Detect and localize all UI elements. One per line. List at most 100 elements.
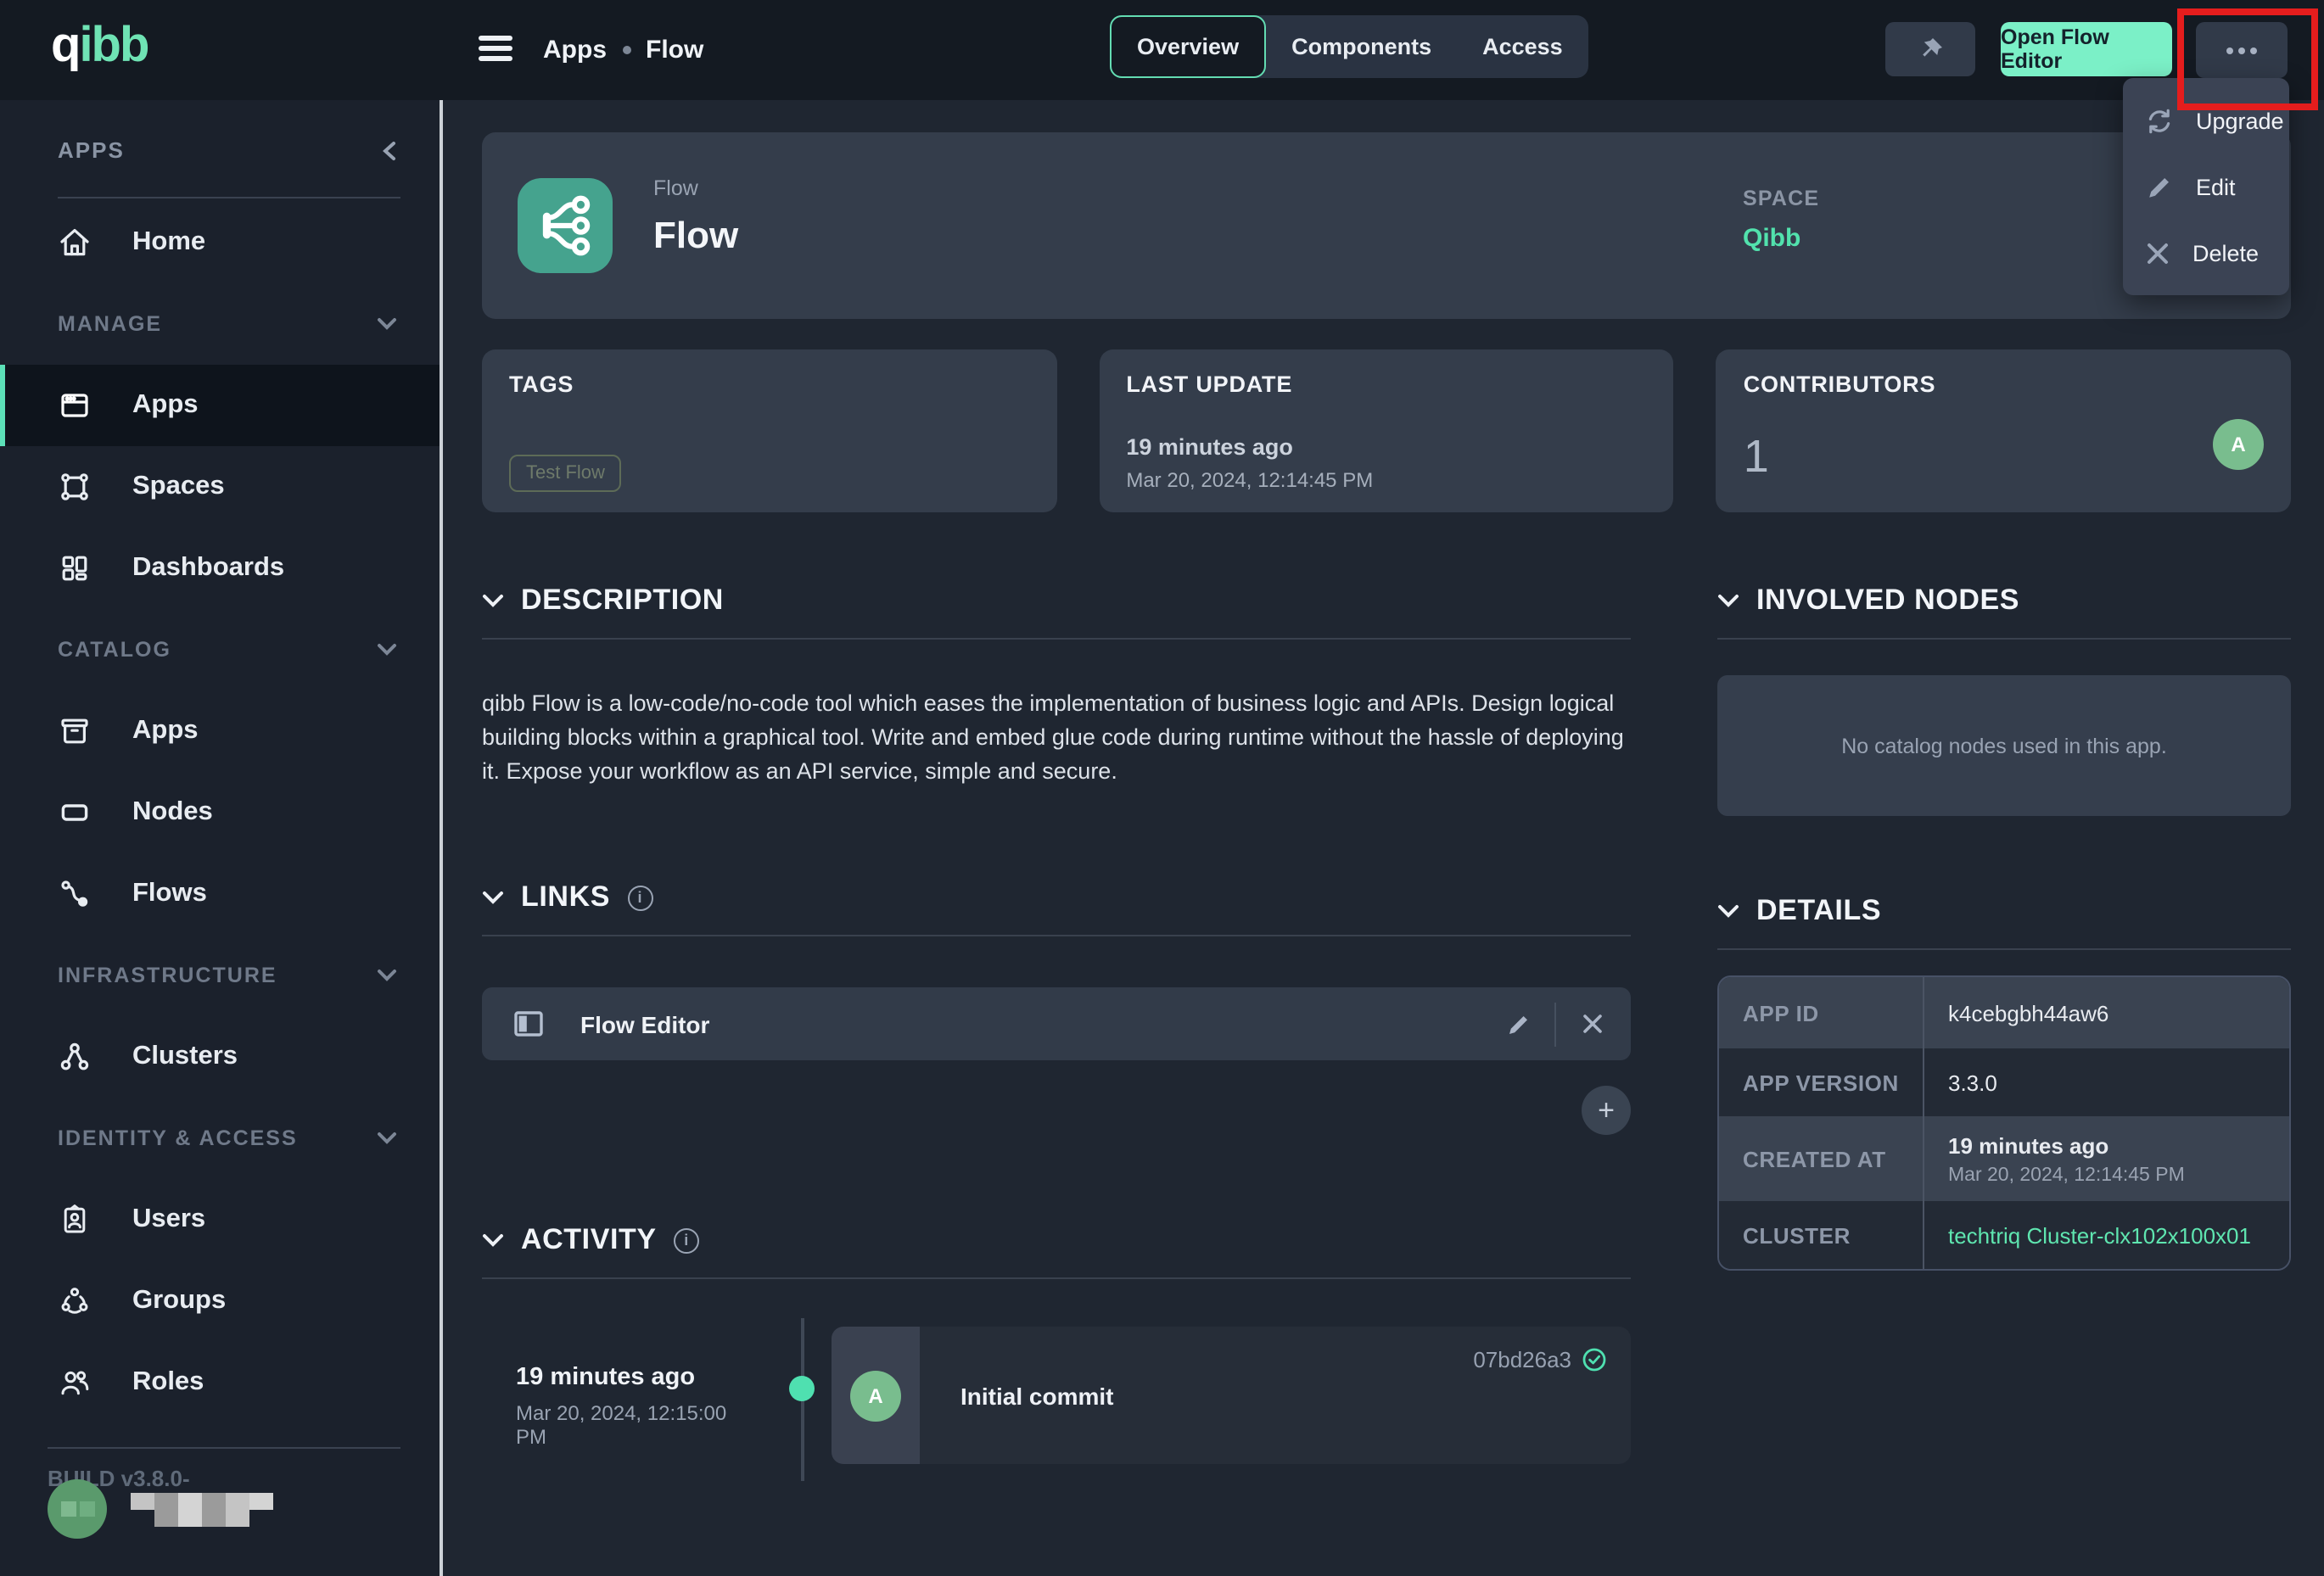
link-row-flow-editor[interactable]: Flow Editor bbox=[482, 987, 1631, 1060]
dashboards-icon bbox=[58, 551, 92, 585]
breadcrumb-apps[interactable]: Apps bbox=[543, 36, 607, 64]
table-row: CREATED AT 19 minutes ago Mar 20, 2024, … bbox=[1719, 1116, 2289, 1201]
activity-timeline: 19 minutes ago Mar 20, 2024, 12:15:00 PM… bbox=[482, 1327, 1631, 1464]
sidebar-item-nodes[interactable]: Nodes bbox=[0, 772, 441, 853]
chevron-down-icon bbox=[377, 317, 397, 331]
event-commit: 07bd26a3 bbox=[1473, 1347, 1607, 1372]
sidebar: APPS Home MANAGE Apps Spaces D bbox=[0, 100, 441, 1576]
details-table: APP ID k4cebgbh44aw6 APP VERSION 3.3.0 C… bbox=[1717, 975, 2291, 1271]
clusters-icon bbox=[58, 1040, 92, 1074]
contributor-avatar[interactable]: A bbox=[2213, 419, 2264, 470]
users-icon bbox=[58, 1203, 92, 1237]
menu-item-label: Upgrade bbox=[2196, 109, 2284, 134]
sidebar-item-apps-manage[interactable]: Apps bbox=[0, 365, 441, 446]
current-user[interactable] bbox=[48, 1479, 273, 1539]
tag-chip[interactable]: Test Flow bbox=[509, 455, 622, 492]
sidebar-item-flows[interactable]: Flows bbox=[0, 853, 441, 935]
contributors-count: 1 bbox=[1744, 431, 1769, 483]
sidebar-item-users[interactable]: Users bbox=[0, 1179, 441, 1260]
more-actions-button[interactable] bbox=[2196, 22, 2288, 78]
sidebar-apps-label: APPS bbox=[58, 137, 125, 163]
table-row: APP ID k4cebgbh44aw6 bbox=[1719, 977, 2289, 1048]
sidebar-nav: Home MANAGE Apps Spaces Dashboards CATAL… bbox=[0, 202, 441, 1423]
app-type-label: Flow bbox=[653, 176, 698, 200]
sidebar-apps-header: APPS bbox=[0, 100, 441, 163]
menu-item-edit[interactable]: Edit bbox=[2123, 154, 2289, 221]
involved-nodes-empty-message: No catalog nodes used in this app. bbox=[1841, 734, 2167, 757]
breadcrumb-flow: Flow bbox=[646, 36, 703, 64]
event-time: 19 minutes ago Mar 20, 2024, 12:15:00 PM bbox=[482, 1327, 801, 1464]
chevron-down-icon[interactable] bbox=[482, 1232, 504, 1248]
activity-event-card[interactable]: A Initial commit 07bd26a3 bbox=[832, 1327, 1631, 1464]
right-column: INVOLVED NODES No catalog nodes used in … bbox=[1717, 584, 2291, 1464]
sidebar-item-apps-catalog[interactable]: Apps bbox=[0, 690, 441, 772]
section-divider bbox=[1717, 948, 2291, 950]
left-column: DESCRIPTION qibb Flow is a low-code/no-c… bbox=[482, 584, 1631, 1464]
page-title: Flow bbox=[653, 214, 738, 258]
contributors-card: CONTRIBUTORS 1 A bbox=[1716, 349, 2291, 512]
chevron-down-icon[interactable] bbox=[1717, 593, 1739, 608]
edit-link-icon[interactable] bbox=[1500, 1005, 1537, 1042]
event-avatar: A bbox=[850, 1370, 901, 1421]
contributors-title: CONTRIBUTORS bbox=[1744, 372, 2264, 397]
upgrade-icon bbox=[2145, 107, 2174, 136]
tab-components[interactable]: Components bbox=[1266, 15, 1457, 78]
chevron-down-icon[interactable] bbox=[1717, 903, 1739, 919]
main-content: Flow Flow SPACE Qibb TAGS Test Flow LAST… bbox=[482, 132, 2291, 1464]
chevron-down-icon bbox=[377, 969, 397, 982]
sidebar-item-roles[interactable]: Roles bbox=[0, 1342, 441, 1423]
sidebar-section-infrastructure[interactable]: INFRASTRUCTURE bbox=[0, 935, 441, 1016]
commit-hash[interactable]: 07bd26a3 bbox=[1473, 1347, 1571, 1372]
links-section: LINKS i Flow Editor + bbox=[482, 880, 1631, 1135]
open-flow-editor-button[interactable]: Open Flow Editor bbox=[2001, 22, 2172, 76]
menu-item-upgrade[interactable]: Upgrade bbox=[2123, 88, 2289, 154]
catalog-apps-icon bbox=[58, 714, 92, 748]
logo-ibb: ibb bbox=[79, 19, 148, 73]
section-divider bbox=[482, 638, 1631, 640]
description-title: DESCRIPTION bbox=[521, 584, 724, 618]
chevron-down-icon bbox=[377, 1132, 397, 1145]
page-tabs: Overview Components Access bbox=[1110, 15, 1588, 78]
sidebar-item-home[interactable]: Home bbox=[0, 202, 441, 283]
event-relative-time: 19 minutes ago bbox=[516, 1364, 733, 1391]
apps-window-icon bbox=[58, 388, 92, 422]
space-link[interactable]: Qibb bbox=[1743, 224, 1800, 253]
edit-icon bbox=[2145, 173, 2174, 202]
sidebar-item-label: Home bbox=[132, 227, 205, 258]
add-link-button[interactable]: + bbox=[1582, 1086, 1631, 1135]
tab-overview[interactable]: Overview bbox=[1110, 15, 1266, 78]
hamburger-menu-icon[interactable] bbox=[479, 36, 512, 63]
chevron-down-icon[interactable] bbox=[482, 890, 504, 905]
flow-app-icon bbox=[518, 178, 613, 273]
logo-q: q bbox=[51, 19, 79, 73]
sidebar-item-dashboards[interactable]: Dashboards bbox=[0, 528, 441, 609]
pin-button[interactable] bbox=[1885, 22, 1975, 76]
sidebar-section-catalog[interactable]: CATALOG bbox=[0, 609, 441, 690]
user-avatar bbox=[48, 1479, 107, 1539]
chevron-down-icon[interactable] bbox=[482, 593, 504, 608]
remove-link-icon[interactable] bbox=[1573, 1005, 1610, 1042]
sidebar-item-clusters[interactable]: Clusters bbox=[0, 1016, 441, 1098]
chevron-down-icon bbox=[377, 643, 397, 657]
info-icon[interactable]: i bbox=[674, 1227, 699, 1253]
nodes-icon bbox=[58, 796, 92, 830]
home-icon bbox=[58, 226, 92, 260]
pin-icon bbox=[1916, 35, 1945, 64]
detail-value-cluster-link[interactable]: techtriq Cluster-clx102x100x01 bbox=[1923, 1201, 2289, 1269]
sidebar-section-manage[interactable]: MANAGE bbox=[0, 283, 441, 365]
info-icon[interactable]: i bbox=[627, 885, 652, 910]
detail-label: CLUSTER bbox=[1719, 1201, 1923, 1269]
tab-access[interactable]: Access bbox=[1457, 15, 1588, 78]
user-name-redacted bbox=[131, 1492, 273, 1526]
activity-section: ACTIVITY i 19 minutes ago Mar 20, 2024, … bbox=[482, 1223, 1631, 1464]
timeline-dot bbox=[789, 1376, 815, 1401]
section-divider bbox=[482, 1277, 1631, 1279]
qibb-logo[interactable]: qibb bbox=[51, 19, 148, 75]
sidebar-item-groups[interactable]: Groups bbox=[0, 1260, 441, 1342]
app-header-card: Flow Flow SPACE Qibb bbox=[482, 132, 2291, 319]
sidebar-section-identity-access[interactable]: IDENTITY & ACCESS bbox=[0, 1098, 441, 1179]
collapse-sidebar-icon[interactable] bbox=[382, 140, 397, 160]
detail-value-app-version: 3.3.0 bbox=[1923, 1048, 2289, 1116]
sidebar-item-spaces[interactable]: Spaces bbox=[0, 446, 441, 528]
menu-item-delete[interactable]: Delete bbox=[2123, 221, 2289, 287]
